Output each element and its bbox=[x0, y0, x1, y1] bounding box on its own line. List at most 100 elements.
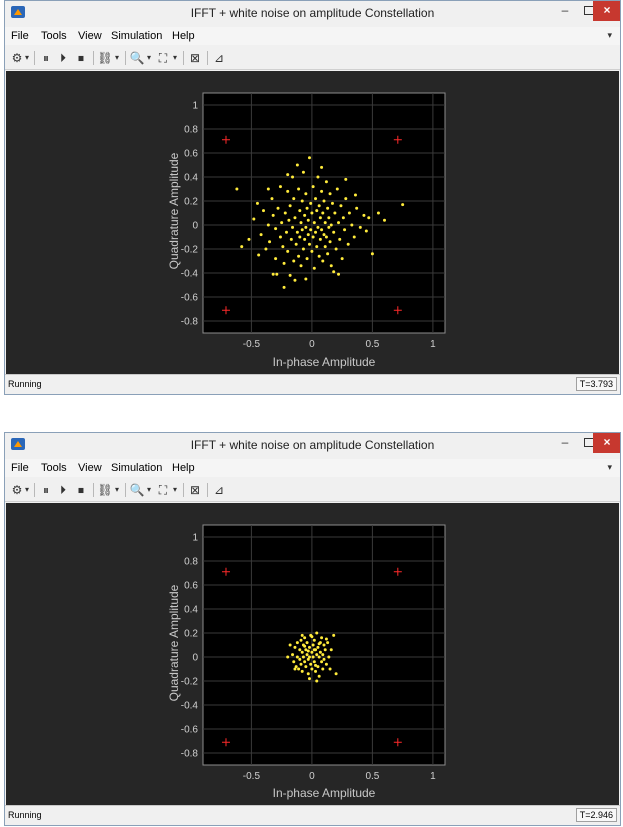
data-point bbox=[271, 272, 275, 276]
step-forward-icon[interactable]: ⏵ bbox=[55, 50, 71, 66]
data-point bbox=[292, 660, 296, 664]
title-bar[interactable]: IFFT + white noise on amplitude Constell… bbox=[5, 433, 620, 457]
data-point bbox=[323, 648, 327, 652]
data-point bbox=[295, 655, 299, 659]
data-point bbox=[274, 257, 278, 261]
data-point bbox=[303, 213, 307, 217]
data-point bbox=[306, 218, 310, 222]
close-button[interactable]: × bbox=[593, 433, 620, 453]
data-point bbox=[324, 662, 328, 666]
minimize-button[interactable]: – bbox=[553, 433, 577, 453]
menu-expand-icon[interactable]: ▾ bbox=[607, 462, 612, 473]
menu-tools[interactable]: Tools bbox=[41, 30, 67, 42]
data-point bbox=[346, 242, 350, 246]
data-point bbox=[330, 201, 334, 205]
data-point bbox=[305, 206, 309, 210]
data-point bbox=[318, 216, 322, 220]
data-point bbox=[353, 193, 357, 197]
chevron-down-icon[interactable]: ▾ bbox=[145, 482, 153, 498]
data-point bbox=[350, 223, 354, 227]
data-point bbox=[292, 197, 296, 201]
y-tick-label: 0.6 bbox=[184, 149, 198, 160]
data-point bbox=[324, 637, 328, 641]
data-point bbox=[317, 254, 321, 258]
menu-view[interactable]: View bbox=[78, 30, 102, 42]
pause-icon[interactable]: ⏸ bbox=[38, 50, 54, 66]
measurements-icon[interactable]: ⊿ bbox=[211, 50, 227, 66]
chevron-down-icon[interactable]: ▾ bbox=[171, 482, 179, 498]
data-point bbox=[315, 631, 319, 635]
title-bar[interactable]: IFFT + white noise on amplitude Constell… bbox=[5, 1, 620, 25]
data-point bbox=[307, 655, 311, 659]
data-point bbox=[332, 270, 336, 274]
data-point bbox=[310, 635, 314, 639]
zoom-in-icon[interactable]: 🔍 bbox=[129, 50, 145, 66]
data-point bbox=[321, 653, 325, 657]
zoom-in-icon[interactable]: 🔍 bbox=[129, 482, 145, 498]
data-point bbox=[312, 660, 316, 664]
scope-window: IFFT + white noise on amplitude Constell… bbox=[4, 432, 621, 826]
data-point bbox=[298, 657, 302, 661]
data-point bbox=[252, 217, 256, 221]
data-point bbox=[300, 199, 304, 203]
data-point bbox=[321, 667, 325, 671]
y-tick-label: 1 bbox=[192, 533, 198, 544]
data-point bbox=[344, 197, 348, 201]
menu-expand-icon[interactable]: ▾ bbox=[607, 30, 612, 41]
chevron-down-icon[interactable]: ▾ bbox=[23, 50, 31, 66]
data-point bbox=[362, 213, 366, 217]
scope-window: IFFT + white noise on amplitude Constell… bbox=[4, 0, 621, 395]
separator bbox=[93, 483, 94, 497]
menu-file[interactable]: File bbox=[11, 462, 29, 474]
data-point bbox=[324, 235, 328, 239]
x-tick-label: 0 bbox=[309, 339, 315, 350]
pause-icon[interactable]: ⏸ bbox=[38, 482, 54, 498]
stop-icon[interactable]: ⏹ bbox=[73, 50, 89, 66]
menu-help[interactable]: Help bbox=[172, 30, 195, 42]
data-point bbox=[275, 272, 279, 276]
measurements-icon[interactable]: ⊿ bbox=[211, 482, 227, 498]
data-point bbox=[284, 230, 288, 234]
data-point bbox=[327, 216, 331, 220]
restore-view-icon[interactable]: ⊠ bbox=[187, 50, 203, 66]
data-point bbox=[303, 636, 307, 640]
chevron-down-icon[interactable]: ▾ bbox=[113, 50, 121, 66]
data-point bbox=[304, 225, 308, 229]
chevron-down-icon[interactable]: ▾ bbox=[23, 482, 31, 498]
status-text: Running bbox=[8, 379, 42, 389]
menu-simulation[interactable]: Simulation bbox=[111, 30, 162, 42]
data-point bbox=[401, 203, 405, 207]
x-tick-label: 0.5 bbox=[365, 771, 379, 782]
restore-view-icon[interactable]: ⊠ bbox=[187, 482, 203, 498]
data-point bbox=[264, 247, 268, 251]
menu-view[interactable]: View bbox=[78, 462, 102, 474]
data-point bbox=[328, 667, 332, 671]
data-point bbox=[300, 650, 304, 654]
data-point bbox=[299, 221, 303, 225]
stop-icon[interactable]: ⏹ bbox=[73, 482, 89, 498]
y-tick-label: 0.2 bbox=[184, 197, 198, 208]
separator bbox=[125, 483, 126, 497]
chevron-down-icon[interactable]: ▾ bbox=[171, 50, 179, 66]
data-point bbox=[301, 247, 305, 251]
data-point bbox=[297, 254, 301, 258]
minimize-button[interactable]: – bbox=[553, 1, 577, 21]
data-point bbox=[307, 645, 311, 649]
data-point bbox=[311, 643, 315, 647]
highlight-block-icon[interactable]: ⛓ bbox=[97, 50, 113, 66]
data-point bbox=[320, 228, 324, 232]
data-point bbox=[276, 206, 280, 210]
data-point bbox=[318, 237, 322, 241]
chevron-down-icon[interactable]: ▾ bbox=[113, 482, 121, 498]
menu-help[interactable]: Help bbox=[172, 462, 195, 474]
menu-tools[interactable]: Tools bbox=[41, 462, 67, 474]
highlight-block-icon[interactable]: ⛓ bbox=[97, 482, 113, 498]
menu-file[interactable]: File bbox=[11, 30, 29, 42]
scale-axes-icon[interactable]: ⛶ bbox=[155, 50, 171, 66]
step-forward-icon[interactable]: ⏵ bbox=[55, 482, 71, 498]
menu-simulation[interactable]: Simulation bbox=[111, 462, 162, 474]
data-point bbox=[328, 192, 332, 196]
close-button[interactable]: × bbox=[593, 1, 620, 21]
scale-axes-icon[interactable]: ⛶ bbox=[155, 482, 171, 498]
chevron-down-icon[interactable]: ▾ bbox=[145, 50, 153, 66]
